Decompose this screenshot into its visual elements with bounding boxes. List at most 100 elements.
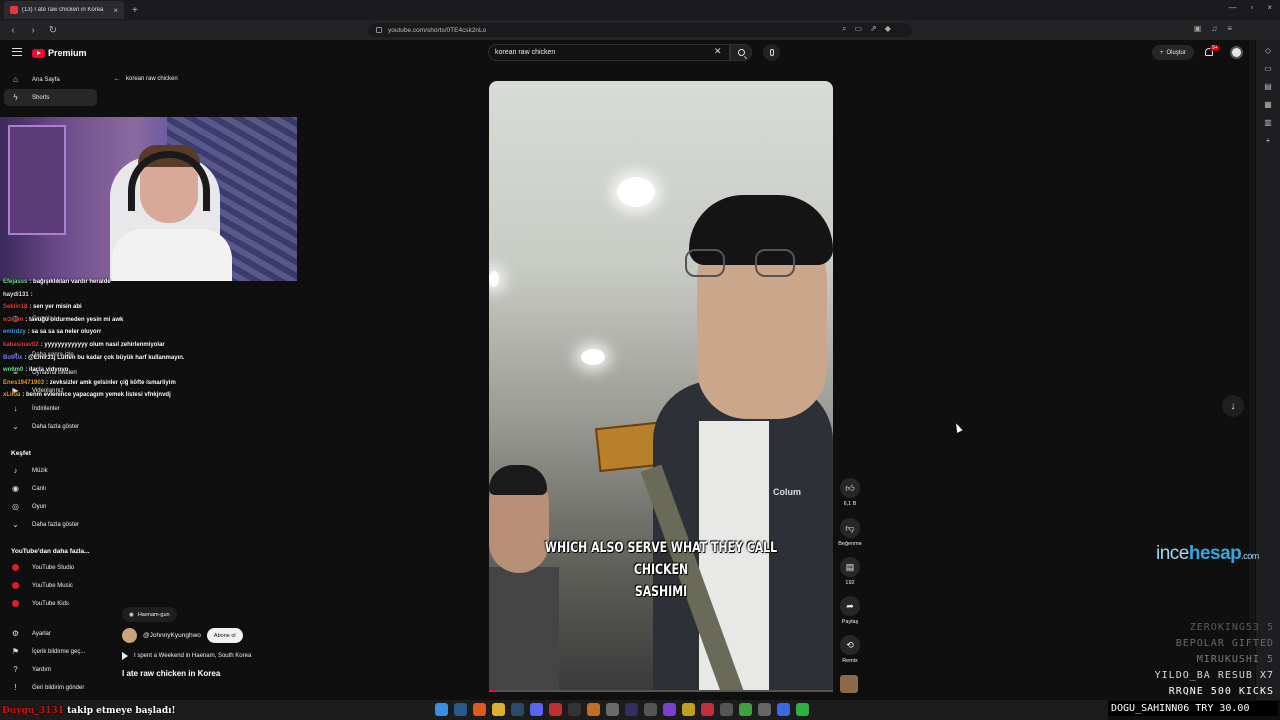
- music-note-icon: ♪: [13, 466, 18, 475]
- sidebar-item-yt-music[interactable]: YouTube Music: [4, 577, 97, 594]
- voice-search-button[interactable]: [763, 44, 780, 61]
- app-icon[interactable]: [777, 703, 790, 716]
- forward-arrow-icon[interactable]: ›: [26, 25, 40, 36]
- app-icon[interactable]: [720, 703, 733, 716]
- shorts-video-player[interactable]: Colum WHICH ALSO SERVE WHAT THEY CALL CH…: [489, 81, 833, 691]
- sub-event: ZEROKING53 5: [1189, 622, 1274, 633]
- sidebar-item-music[interactable]: ♪ Müzik: [4, 462, 97, 479]
- window-controls: — ▫ ×: [1228, 3, 1272, 12]
- menu-icon[interactable]: ≡: [1227, 24, 1232, 33]
- sidebar-item-gaming[interactable]: ◎ Oyun: [4, 498, 97, 515]
- site-info-icon[interactable]: [376, 27, 382, 33]
- search-icon[interactable]: [454, 703, 467, 716]
- new-tab-button[interactable]: +: [132, 5, 138, 16]
- close-window-button[interactable]: ×: [1267, 3, 1272, 12]
- maximize-button[interactable]: ▫: [1250, 3, 1253, 12]
- create-button[interactable]: + Oluştur: [1152, 45, 1194, 60]
- page-scrollbar[interactable]: [1249, 40, 1255, 700]
- sidebar-item-home[interactable]: ⌂ Ana Sayfa: [4, 71, 97, 88]
- dislike-button[interactable]: 👎︎ Beğenme: [836, 518, 864, 547]
- app-icon[interactable]: [568, 703, 581, 716]
- app-icon[interactable]: [606, 703, 619, 716]
- subscribe-button[interactable]: Abone ol: [206, 628, 243, 643]
- back-arrow-icon[interactable]: ‹: [6, 25, 20, 36]
- sidebar-notes-icon[interactable]: ▦: [1263, 100, 1273, 112]
- flag-icon: ⚑: [11, 647, 20, 656]
- sidebar-item-help[interactable]: ? Yardım: [4, 661, 97, 678]
- remix-button[interactable]: ⟲ Remix: [836, 635, 864, 664]
- browser-tab[interactable]: (13) I ate raw chicken in Korea ×: [4, 1, 124, 19]
- cast-icon[interactable]: ▭: [854, 24, 862, 34]
- thumbs-down-icon: 👎︎: [840, 518, 860, 538]
- location-label: Haenam-gun: [137, 611, 170, 618]
- video-caption: WHICH ALSO SERVE WHAT THEY CALL CHICKEN …: [527, 537, 795, 603]
- sidebar-item-settings[interactable]: ⚙ Ayarlar: [4, 625, 97, 642]
- sidebar-item-shorts[interactable]: ϟ Shorts: [4, 89, 97, 106]
- like-button[interactable]: 👍︎ 6,1 B: [836, 478, 864, 507]
- app-icon[interactable]: [758, 703, 771, 716]
- brave-icon[interactable]: [473, 703, 486, 716]
- channel-avatar[interactable]: [122, 628, 137, 643]
- extensions-icon[interactable]: ▣: [1194, 24, 1202, 33]
- start-icon[interactable]: [435, 703, 448, 716]
- address-bar[interactable]: youtube.com/shorts/0TE4csk2nLo: [368, 23, 912, 37]
- sidebar-item-show-more[interactable]: ⌄ Daha fazla göster: [4, 418, 97, 435]
- sidebar-item-report[interactable]: ⚑ İçerik bildirme geç...: [4, 643, 97, 660]
- sidebar-item-live[interactable]: ◉ Canlı: [4, 480, 97, 497]
- next-video-button[interactable]: ↓: [1222, 395, 1244, 417]
- tab-close-icon[interactable]: ×: [113, 6, 118, 15]
- search-input[interactable]: korean raw chicken: [488, 44, 730, 61]
- app-icon[interactable]: [587, 703, 600, 716]
- folder-icon[interactable]: [492, 703, 505, 716]
- play-icon: [122, 652, 128, 660]
- app-icon[interactable]: [701, 703, 714, 716]
- app-icon[interactable]: [549, 703, 562, 716]
- account-avatar[interactable]: [1230, 46, 1243, 59]
- share-button[interactable]: ➦ Paylaş: [836, 596, 864, 625]
- shirt-logo: Colum: [773, 487, 801, 497]
- sidebar-item-show-more-explore[interactable]: ⌄ Daha fazla göster: [4, 516, 97, 533]
- share-icon[interactable]: ⇗: [870, 24, 877, 34]
- reload-icon[interactable]: ↻: [46, 25, 60, 36]
- home-icon: ⌂: [13, 75, 18, 84]
- video-progress-bar[interactable]: [489, 690, 833, 692]
- hamburger-menu-icon[interactable]: [12, 48, 22, 56]
- zoom-icon[interactable]: ⌕: [842, 24, 846, 34]
- back-to-search-link[interactable]: ← korean raw chicken: [114, 76, 178, 82]
- chat-message: kabasinav02: yyyyyyyyyyyyy olum nasıl ze…: [3, 342, 165, 348]
- obs-icon[interactable]: [625, 703, 638, 716]
- app-icon[interactable]: [663, 703, 676, 716]
- location-chip[interactable]: ◉ Haenam-gun: [122, 607, 177, 622]
- app-icon[interactable]: [796, 703, 809, 716]
- clear-search-icon[interactable]: ✕: [714, 46, 722, 57]
- search-button[interactable]: [730, 44, 752, 61]
- app-icon[interactable]: [644, 703, 657, 716]
- more-from-youtube-heading: YouTube'dan daha fazla...: [11, 548, 90, 555]
- steam-icon[interactable]: [511, 703, 524, 716]
- sidebar-item-studio[interactable]: YouTube Studio: [4, 559, 97, 576]
- sound-thumbnail[interactable]: [840, 675, 858, 693]
- location-pin-icon: ◉: [129, 611, 134, 618]
- sidebar-item-feedback[interactable]: ! Geri bildirim gönder: [4, 679, 97, 696]
- youtube-logo[interactable]: Premium: [32, 48, 87, 58]
- playlist-link[interactable]: I spent a Weekend in Haenam, South Korea: [122, 652, 251, 660]
- comments-button[interactable]: ▤ 192: [836, 557, 864, 586]
- sidebar-reader-icon[interactable]: ▥: [1263, 118, 1273, 130]
- sidebar-add-icon[interactable]: +: [1263, 136, 1273, 148]
- chat-text: : tavuğu oldurmeden yesin mi awk: [25, 316, 124, 323]
- channel-name[interactable]: @JohnnyKyunghwo: [143, 632, 201, 639]
- sidebar-item-yt-kids[interactable]: YouTube Kids: [4, 595, 97, 612]
- sidebar-wallet-icon[interactable]: ▤: [1263, 82, 1273, 94]
- sidebar-tabs-icon[interactable]: ▭: [1263, 64, 1273, 76]
- sidebar-pin-icon[interactable]: ◇: [1263, 46, 1273, 58]
- sidebar-item-downloads[interactable]: ↓ İndirilenler: [4, 400, 97, 417]
- minimize-button[interactable]: —: [1228, 3, 1236, 12]
- sidebar-item-label: Daha fazla göster: [32, 521, 80, 528]
- music-icon[interactable]: ♫: [1211, 24, 1217, 33]
- chat-username: haydi131: [3, 291, 29, 298]
- discord-icon[interactable]: [530, 703, 543, 716]
- browser-sidebar: ◇ ▭ ▤ ▦ ▥ +: [1256, 40, 1280, 700]
- app-icon[interactable]: [682, 703, 695, 716]
- minecraft-icon[interactable]: [739, 703, 752, 716]
- shield-icon[interactable]: ◆: [885, 24, 891, 34]
